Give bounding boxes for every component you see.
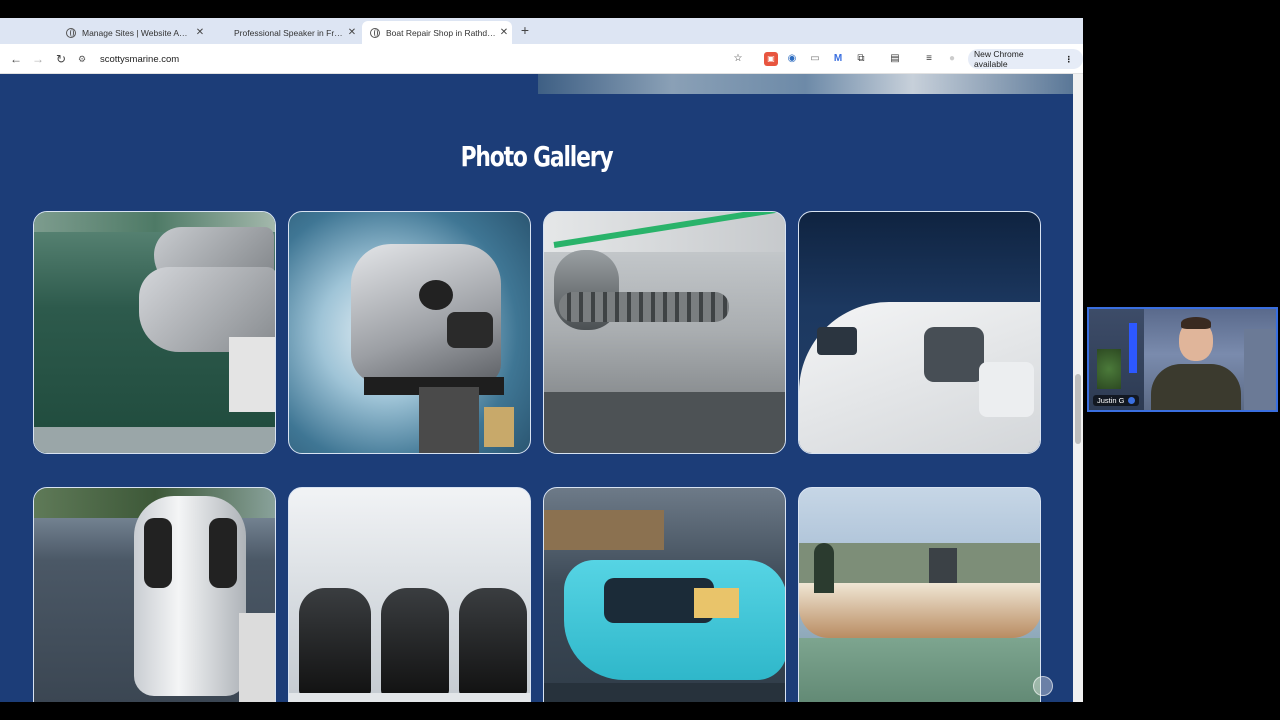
new-tab-button[interactable]: + <box>518 22 532 38</box>
site-settings-icon[interactable]: ⚙ <box>78 54 92 65</box>
puzzle-icon[interactable]: ⧉ <box>854 52 868 66</box>
gallery-photo-8[interactable] <box>798 487 1041 702</box>
url-text: scottysmarine.com <box>100 53 180 65</box>
mail-icon[interactable]: M <box>831 52 845 66</box>
gallery-photo-4[interactable] <box>798 211 1041 454</box>
password-manager-icon[interactable]: ◉ <box>785 52 799 66</box>
browser-toolbar: ← → ↻ ⚙ scottysmarine.com ☆ ▣ ◉ ▭ M ⧉ ▤ … <box>0 44 1083 74</box>
extension-icon[interactable]: ▣ <box>764 52 778 66</box>
forward-arrow-icon[interactable]: → <box>30 51 46 67</box>
gallery-photo-5[interactable] <box>33 487 276 702</box>
tab-title: Boat Repair Shop in Rathdrum <box>386 27 496 38</box>
camera-icon[interactable]: ▭ <box>808 52 822 66</box>
gallery-photo-7[interactable] <box>543 487 786 702</box>
webcam-overlay: Justin G <box>1087 307 1278 412</box>
website-page: Photo Gallery <box>0 74 1073 702</box>
gallery-photo-1[interactable] <box>33 211 276 454</box>
screen: Manage Sites | Website Admin ✕ Professio… <box>0 0 1280 720</box>
page-scrollbar[interactable] <box>1073 74 1083 702</box>
tab-title: Professional Speaker in Frank <box>234 27 344 38</box>
tab-professional-speaker[interactable]: Professional Speaker in Frank ✕ <box>226 21 360 44</box>
close-icon[interactable]: ✕ <box>496 27 512 38</box>
tab-boat-repair[interactable]: Boat Repair Shop in Rathdrum ✕ <box>362 21 512 44</box>
scrollbar-thumb[interactable] <box>1075 374 1081 444</box>
hero-image-bottom <box>538 74 1073 94</box>
gallery-photo-2[interactable] <box>288 211 531 454</box>
globe-icon <box>66 27 76 38</box>
back-arrow-icon[interactable]: ← <box>8 51 24 67</box>
close-icon[interactable]: ✕ <box>192 27 208 38</box>
more-vertical-icon[interactable]: ⋮ <box>1065 54 1074 65</box>
close-icon[interactable]: ✕ <box>344 27 360 38</box>
globe-icon <box>370 27 380 38</box>
bookmark-star-icon[interactable]: ☆ <box>731 52 745 66</box>
participant-name: Justin G <box>1097 396 1125 405</box>
profile-icon[interactable]: ● <box>945 52 959 66</box>
gallery-photo-3[interactable] <box>543 211 786 454</box>
tab-strip: Manage Sites | Website Admin ✕ Professio… <box>0 18 1083 44</box>
chrome-update-button[interactable]: New Chrome available ⋮ <box>968 49 1083 69</box>
sidebar-icon[interactable]: ▤ <box>888 52 902 66</box>
gallery-photo-6[interactable] <box>288 487 531 702</box>
status-dot-icon <box>1127 397 1135 404</box>
media-icon[interactable]: ≡ <box>922 52 936 66</box>
floating-action-button[interactable] <box>1033 676 1053 696</box>
browser-window: Manage Sites | Website Admin ✕ Professio… <box>0 18 1083 702</box>
chrome-update-label: New Chrome available <box>974 49 1024 69</box>
gallery-heading: Photo Gallery <box>460 140 614 173</box>
tab-title: Manage Sites | Website Admin <box>82 27 192 38</box>
reload-icon[interactable]: ↻ <box>53 51 69 67</box>
participant-label: Justin G <box>1093 395 1139 406</box>
address-bar[interactable]: ⚙ scottysmarine.com <box>78 48 758 70</box>
tab-manage-sites[interactable]: Manage Sites | Website Admin ✕ <box>58 21 208 44</box>
